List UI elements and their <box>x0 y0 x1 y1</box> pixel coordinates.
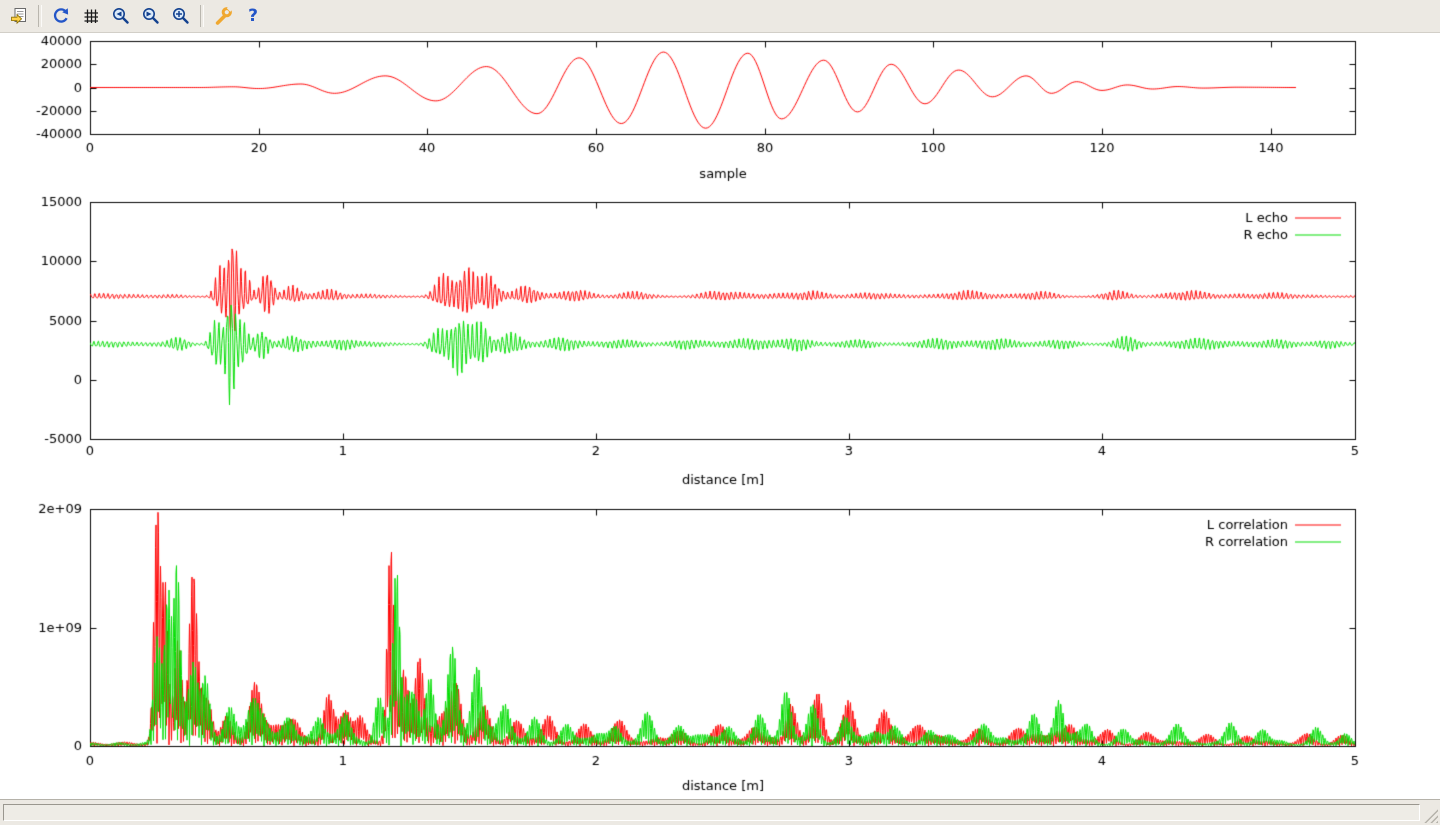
clipboard-icon <box>9 6 29 26</box>
correlation-plot-canvas[interactable] <box>0 498 1440 799</box>
status-field <box>3 804 1420 821</box>
refresh-icon <box>51 6 71 26</box>
replot-button[interactable] <box>47 2 75 30</box>
wrench-icon <box>213 6 233 26</box>
help-icon: ? <box>248 8 258 25</box>
toggle-grid-button[interactable] <box>77 2 105 30</box>
autoscale-button[interactable] <box>167 2 195 30</box>
zoom-next-icon <box>141 6 161 26</box>
gnuplot-window: ? <box>0 0 1440 825</box>
grid-icon <box>81 6 101 26</box>
toolbar-separator <box>200 5 204 27</box>
resize-grip[interactable] <box>1424 809 1438 823</box>
plot-area <box>0 33 1440 799</box>
zoom-previous-button[interactable] <box>107 2 135 30</box>
toolbar: ? <box>0 0 1440 33</box>
toolbar-separator <box>38 5 42 27</box>
echo-plot-canvas[interactable] <box>0 188 1440 498</box>
signal-plot-canvas[interactable] <box>0 33 1440 188</box>
autoscale-icon <box>171 6 191 26</box>
zoom-next-button[interactable] <box>137 2 165 30</box>
help-button[interactable]: ? <box>239 2 267 30</box>
copy-to-clipboard-button[interactable] <box>5 2 33 30</box>
configure-button[interactable] <box>209 2 237 30</box>
status-bar <box>0 799 1440 825</box>
zoom-previous-icon <box>111 6 131 26</box>
